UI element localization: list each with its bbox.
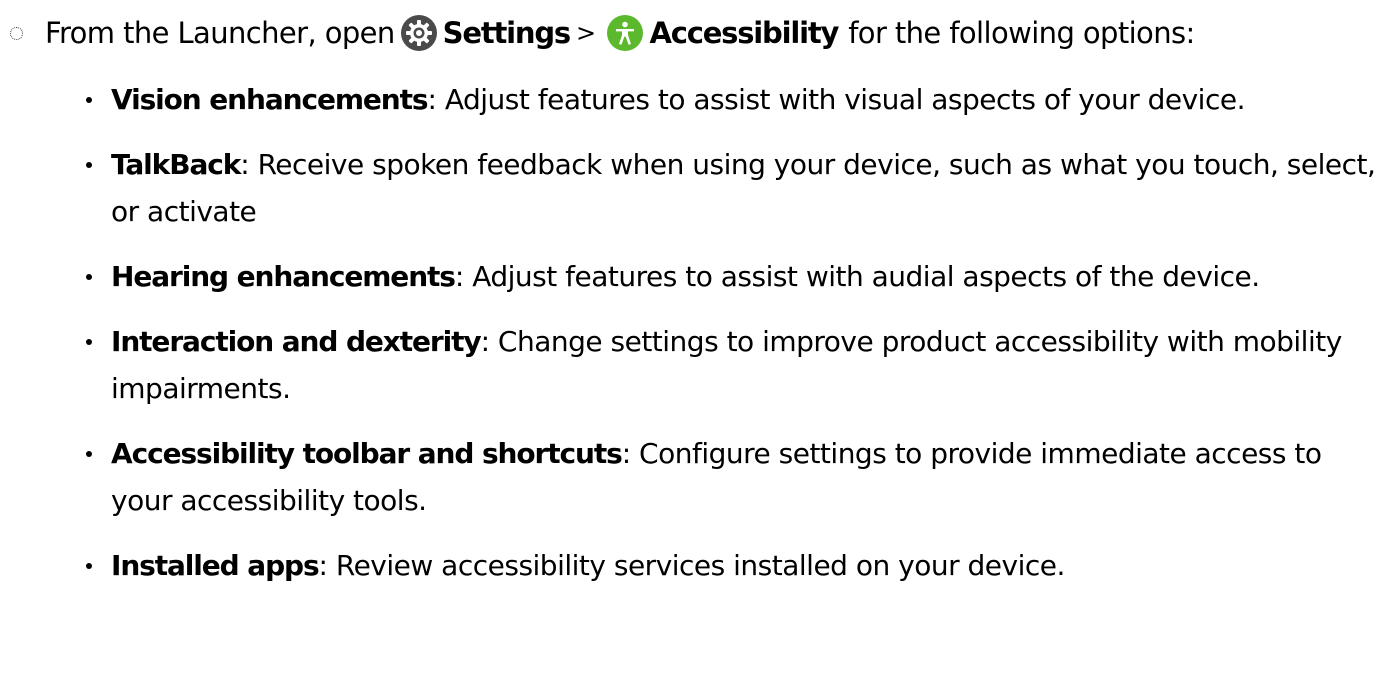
intro-prefix: From the Launcher, open	[45, 16, 395, 50]
option-title: Hearing enhancements	[111, 260, 456, 293]
option-item: TalkBack: Receive spoken feedback when u…	[86, 141, 1386, 235]
option-item: Vision enhancements: Adjust features to …	[86, 76, 1386, 123]
option-item: Accessibility toolbar and shortcuts: Con…	[86, 430, 1386, 524]
path-separator: >	[575, 19, 596, 47]
option-colon: :	[480, 325, 490, 358]
option-title: Vision enhancements	[111, 83, 429, 116]
option-title: Accessibility toolbar and shortcuts	[111, 437, 623, 470]
gear-icon	[400, 15, 437, 51]
intro-suffix: for the following options:	[848, 16, 1195, 50]
option-description: Adjust features to assist with audial as…	[472, 260, 1260, 293]
option-colon: :	[621, 437, 631, 470]
option-description: Receive spoken feedback when using your …	[111, 148, 1376, 228]
options-list: Vision enhancements: Adjust features to …	[86, 76, 1386, 607]
option-colon: :	[454, 260, 464, 293]
accessibility-label: Accessibility	[649, 16, 839, 50]
option-description: Review accessibility services installed …	[335, 549, 1066, 582]
option-item: Interaction and dexterity: Change settin…	[86, 318, 1386, 412]
option-colon: :	[318, 549, 328, 582]
accessibility-person-icon	[607, 15, 644, 51]
step-bullet-icon	[10, 26, 23, 40]
option-description: Adjust features to assist with visual as…	[444, 83, 1246, 116]
option-item: Installed apps: Review accessibility ser…	[86, 542, 1386, 589]
option-title: Interaction and dexterity	[111, 325, 482, 358]
option-colon: :	[427, 83, 437, 116]
option-colon: :	[240, 148, 250, 181]
option-item: Hearing enhancements: Adjust features to…	[86, 253, 1386, 300]
option-title: TalkBack	[111, 148, 241, 181]
intro-line: From the Launcher, open Settings > Acces…	[10, 8, 1195, 58]
option-title: Installed apps	[111, 549, 320, 582]
settings-label: Settings	[442, 16, 571, 50]
